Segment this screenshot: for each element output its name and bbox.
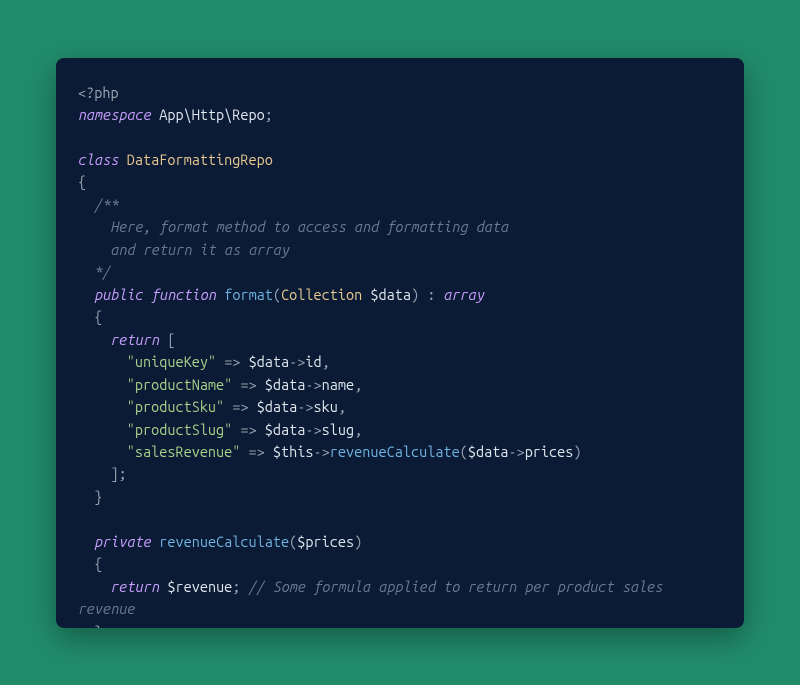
param-type-collection: Collection <box>281 286 362 303</box>
class-name: DataFormattingRepo <box>127 151 273 168</box>
method-format: format <box>224 286 273 303</box>
comma: , <box>354 421 362 438</box>
paren-open: ( <box>460 443 468 460</box>
paren-close: ) <box>573 443 581 460</box>
brace-open: { <box>78 173 86 190</box>
comma: , <box>338 398 346 415</box>
obj-arrow: -> <box>305 421 321 438</box>
prop-slug: slug <box>322 421 354 438</box>
key-uniquekey: "uniqueKey" <box>127 353 216 370</box>
prop-sku: sku <box>314 398 338 415</box>
method-revenuecalculate: revenueCalculate <box>159 533 289 550</box>
obj-arrow: -> <box>508 443 524 460</box>
namespace-path: App\Http\Repo <box>159 106 265 123</box>
param-data: $data <box>370 286 411 303</box>
prop-id: id <box>305 353 321 370</box>
comma: , <box>322 353 330 370</box>
docblock-line2: and return it as array <box>110 241 289 258</box>
fat-arrow: => <box>240 421 256 438</box>
key-productname: "productName" <box>127 376 233 393</box>
return-keyword: return <box>110 578 159 595</box>
return-keyword: return <box>110 331 159 348</box>
brace-close: } <box>94 488 102 505</box>
docblock-line1: Here, format method to access and format… <box>110 218 508 235</box>
return-type-array: array <box>444 286 485 303</box>
public-keyword: public <box>94 286 143 303</box>
var-this: $this <box>273 443 314 460</box>
key-productsku: "productSku" <box>127 398 224 415</box>
fat-arrow: => <box>224 353 240 370</box>
semicolon: ; <box>232 578 240 595</box>
param-prices: $prices <box>297 533 354 550</box>
obj-arrow: -> <box>289 353 305 370</box>
class-keyword: class <box>78 151 119 168</box>
namespace-keyword: namespace <box>78 106 151 123</box>
paren-open: ( <box>273 286 281 303</box>
fat-arrow: => <box>240 376 256 393</box>
fat-arrow: => <box>249 443 265 460</box>
php-open-tag: <?php <box>78 84 119 101</box>
key-salesrevenue: "salesRevenue" <box>127 443 241 460</box>
paren-close: ) <box>411 286 419 303</box>
brace-close: } <box>94 623 102 628</box>
brace-open: { <box>94 555 102 572</box>
obj-arrow: -> <box>314 443 330 460</box>
semicolon: ; <box>265 106 273 123</box>
prop-prices: prices <box>525 443 574 460</box>
call-revenuecalculate: revenueCalculate <box>330 443 460 460</box>
obj-arrow: -> <box>297 398 313 415</box>
bracket-open: [ <box>167 331 175 348</box>
docblock-open: /** <box>94 196 118 213</box>
code-block: <?php namespace App\Http\Repo; class Dat… <box>78 82 722 628</box>
var-data: $data <box>265 421 306 438</box>
colon: : <box>427 286 435 303</box>
var-data: $data <box>468 443 509 460</box>
var-revenue: $revenue <box>167 578 232 595</box>
var-data: $data <box>265 376 306 393</box>
brace-open: { <box>94 308 102 325</box>
comma: , <box>354 376 362 393</box>
code-card: <?php namespace App\Http\Repo; class Dat… <box>56 58 744 628</box>
var-data: $data <box>257 398 298 415</box>
function-keyword: function <box>151 286 216 303</box>
obj-arrow: -> <box>305 376 321 393</box>
bracket-close: ]; <box>110 465 126 482</box>
prop-name: name <box>322 376 354 393</box>
docblock-close: */ <box>94 263 110 280</box>
fat-arrow: => <box>232 398 248 415</box>
var-data: $data <box>249 353 290 370</box>
paren-close: ) <box>354 533 362 550</box>
private-keyword: private <box>94 533 151 550</box>
key-productslug: "productSlug" <box>127 421 233 438</box>
